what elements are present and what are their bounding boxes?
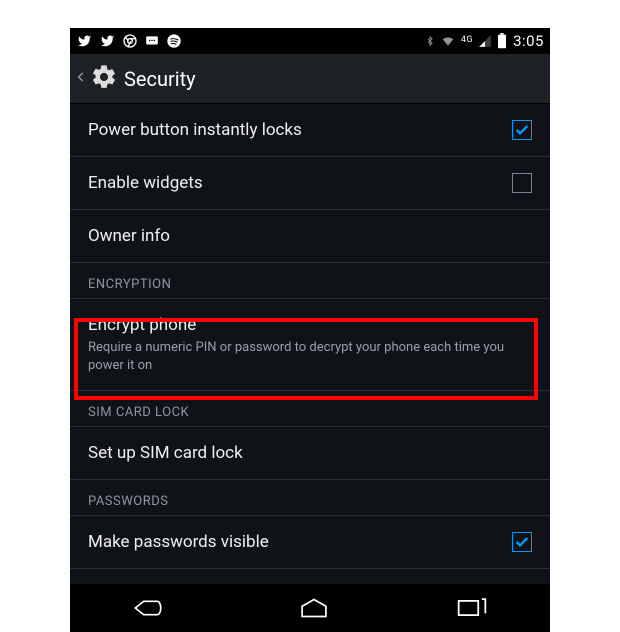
row-owner-info[interactable]: Owner info [70,210,550,263]
settings-list[interactable]: Power button instantly locks Enable widg… [70,104,550,584]
signal-icon [477,34,493,48]
checkbox-passwords-visible[interactable] [512,532,532,552]
battery-icon [497,33,507,49]
wifi-icon [439,34,457,48]
row-enable-widgets[interactable]: Enable widgets [70,157,550,210]
device-screen: 4G 3:05 Security Power butt [70,28,550,632]
status-bar: 4G 3:05 [70,28,550,54]
spotify-icon [166,33,182,49]
row-passwords-visible[interactable]: Make passwords visible [70,516,550,569]
nav-back-icon[interactable] [132,596,172,620]
back-icon[interactable] [74,67,88,91]
section-encryption: ENCRYPTION [70,263,550,299]
section-passwords: PASSWORDS [70,480,550,516]
row-label: Encrypt phone [88,315,518,335]
row-label: Power button instantly locks [88,120,498,140]
network-label: 4G [461,35,473,45]
chrome-icon [122,33,138,49]
status-bar-right: 4G 3:05 [425,32,544,50]
section-sim-lock: SIM CARD LOCK [70,391,550,427]
twitter-icon [76,34,93,48]
settings-gear-icon [90,63,118,95]
row-label: Make passwords visible [88,532,498,552]
status-clock: 3:05 [513,32,544,50]
navigation-bar [70,584,550,632]
row-encrypt-phone[interactable]: Encrypt phone Require a numeric PIN or p… [70,299,550,391]
action-bar[interactable]: Security [70,54,550,104]
status-bar-left [76,33,182,49]
nav-recent-icon[interactable] [456,596,488,620]
checkbox-power-lock[interactable] [512,120,532,140]
bluetooth-icon [425,33,435,49]
message-icon [144,34,160,48]
row-sim-lock[interactable]: Set up SIM card lock [70,427,550,480]
row-subtitle: Require a numeric PIN or password to dec… [88,339,518,374]
screenshot-frame: 4G 3:05 Security Power butt [0,0,620,632]
row-label: Enable widgets [88,173,498,193]
twitter-icon [99,34,116,48]
row-label: Owner info [88,226,518,246]
row-power-button-locks[interactable]: Power button instantly locks [70,104,550,157]
page-title: Security [124,67,196,91]
section-device-admin: DEVICE ADMINISTRATION [70,569,550,584]
row-label: Set up SIM card lock [88,443,518,463]
checkbox-enable-widgets[interactable] [512,173,532,193]
nav-home-icon[interactable] [297,596,331,620]
